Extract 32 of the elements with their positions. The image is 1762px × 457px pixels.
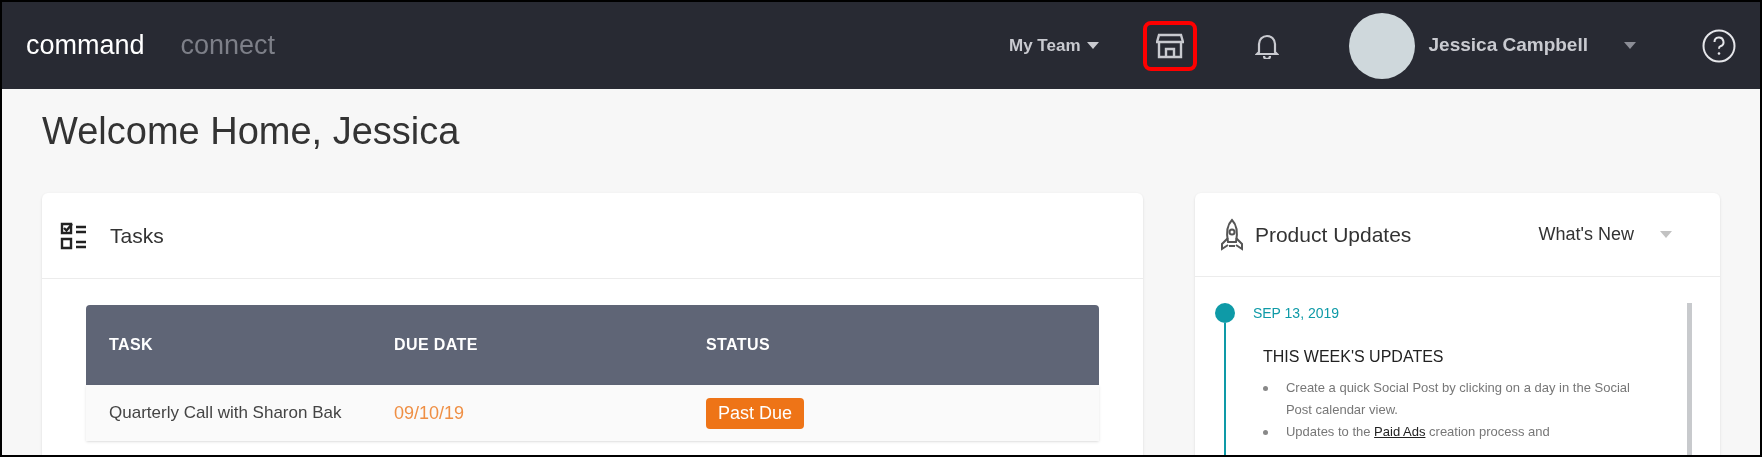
storefront-icon — [1155, 32, 1184, 59]
caret-icon — [1624, 42, 1636, 49]
update-heading: THIS WEEK'S UPDATES — [1262, 347, 1445, 367]
user-menu[interactable]: Jessica Campbell — [1428, 31, 1636, 60]
card-title: Product Updates — [1254, 221, 1412, 248]
nav-link[interactable]: command — [26, 25, 145, 66]
nav-link[interactable]: connect — [180, 25, 276, 66]
scrollbar[interactable] — [1687, 303, 1692, 455]
store-button[interactable] — [1142, 20, 1197, 71]
filter-dropdown[interactable]: What's New — [1538, 221, 1672, 248]
page-title: Welcome Home, Jessica — [42, 109, 461, 154]
bullet-icon — [1262, 430, 1268, 435]
table-row[interactable]: Quarterly Call with Sharon Bak 09/10/19 Past Due — [86, 385, 1099, 441]
bullet-text: Updates to the Paid Ads creation process and — [1285, 423, 1551, 441]
rocket-icon — [1218, 217, 1245, 252]
card-title: Tasks — [110, 222, 164, 249]
checklist-icon — [60, 220, 88, 251]
bullet-text: Create a quick Social Post by clicking on a day in the Social Post calendar view. — [1285, 379, 1631, 419]
help-icon[interactable] — [1702, 28, 1736, 63]
due-date: 09/10/19 — [394, 401, 466, 425]
caret-icon — [1086, 42, 1099, 49]
update-date: SEP 13, 2019 — [1252, 304, 1341, 323]
bullet-icon — [1262, 386, 1268, 391]
bell-icon[interactable] — [1254, 32, 1279, 59]
column-header: STATUS — [706, 335, 772, 355]
column-header: DUE DATE — [394, 335, 479, 355]
caret-icon — [1660, 231, 1672, 238]
status-badge: Past Due — [706, 397, 805, 429]
team-menu[interactable]: My Team — [1009, 32, 1099, 59]
paid-ads-link[interactable]: Paid Ads — [1374, 424, 1426, 439]
task-name: Quarterly Call with Sharon Bak — [109, 402, 343, 425]
column-header: TASK — [109, 335, 154, 355]
